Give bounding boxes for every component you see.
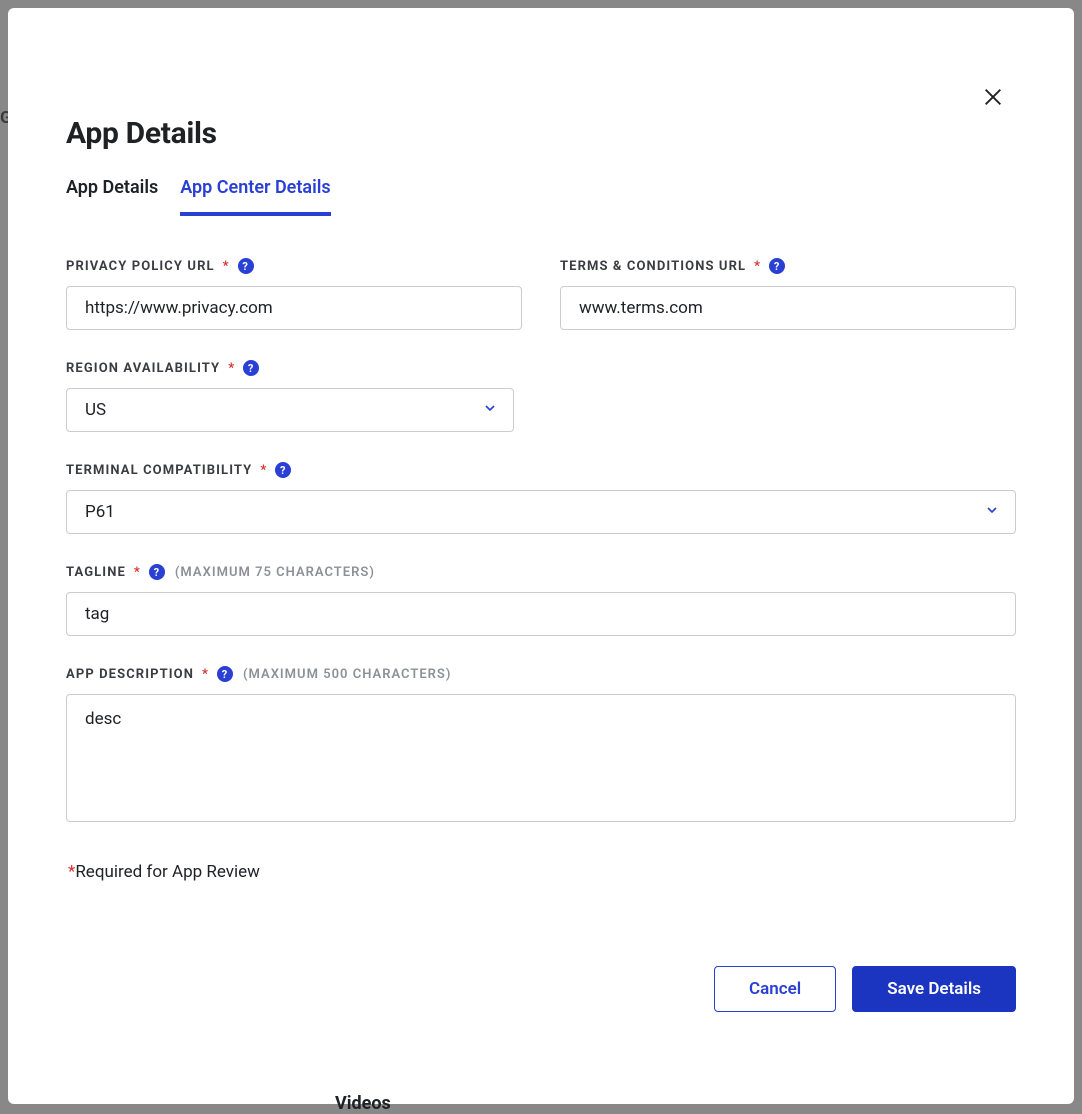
terms-conditions-label: Terms & Conditions URL * ? xyxy=(560,258,1016,274)
privacy-policy-label: Privacy Policy URL * ? xyxy=(66,258,522,274)
field-tagline: Tagline * ? (Maximum 75 characters) xyxy=(66,564,1016,636)
field-terminal-compatibility: Terminal Compatibility * ? P61 xyxy=(66,462,1016,534)
tab-app-center-details[interactable]: App Center Details xyxy=(180,177,330,216)
label-text: Region Availability xyxy=(66,361,220,376)
label-text: Privacy Policy URL xyxy=(66,259,215,274)
required-asterisk: * xyxy=(202,667,209,682)
region-availability-label: Region Availability * ? xyxy=(66,360,514,376)
app-description-label: App Description * ? (Maximum 500 charact… xyxy=(66,666,1016,682)
field-terms-conditions: Terms & Conditions URL * ? xyxy=(560,258,1016,330)
region-availability-select[interactable]: US xyxy=(66,388,514,432)
close-icon xyxy=(982,86,1004,108)
terms-conditions-input[interactable] xyxy=(560,286,1016,330)
terminal-compatibility-label: Terminal Compatibility * ? xyxy=(66,462,1016,478)
app-description-textarea[interactable] xyxy=(66,694,1016,822)
help-icon[interactable]: ? xyxy=(217,666,233,682)
label-text: Tagline xyxy=(66,565,126,580)
required-asterisk: * xyxy=(260,463,267,478)
modal-actions: Cancel Save Details xyxy=(66,966,1016,1012)
help-icon[interactable]: ? xyxy=(275,462,291,478)
tagline-label: Tagline * ? (Maximum 75 characters) xyxy=(66,564,1016,580)
required-asterisk: * xyxy=(754,259,761,274)
field-region-availability: Region Availability * ? US xyxy=(66,360,514,432)
close-button[interactable] xyxy=(980,84,1006,110)
field-app-description: App Description * ? (Maximum 500 charact… xyxy=(66,666,1016,822)
required-asterisk: * xyxy=(223,259,230,274)
label-text: App Description xyxy=(66,667,194,682)
tagline-input[interactable] xyxy=(66,592,1016,636)
label-text: Terminal Compatibility xyxy=(66,463,252,478)
label-text: Terms & Conditions URL xyxy=(560,259,746,274)
tagline-hint: (Maximum 75 characters) xyxy=(175,565,375,580)
required-footnote: *Required for App Review xyxy=(66,862,1016,882)
help-icon[interactable]: ? xyxy=(238,258,254,274)
field-privacy-policy: Privacy Policy URL * ? xyxy=(66,258,522,330)
app-description-hint: (Maximum 500 characters) xyxy=(243,667,451,682)
save-details-button[interactable]: Save Details xyxy=(852,966,1016,1012)
tabs: App Details App Center Details xyxy=(66,177,1016,216)
privacy-policy-input[interactable] xyxy=(66,286,522,330)
modal-title: App Details xyxy=(66,116,1016,151)
footnote-text: Required for App Review xyxy=(75,862,260,882)
form: Privacy Policy URL * ? Terms & Condition… xyxy=(66,258,1016,1012)
app-details-modal: App Details App Details App Center Detai… xyxy=(8,8,1074,1104)
required-asterisk: * xyxy=(134,565,141,580)
terminal-compatibility-select[interactable]: P61 xyxy=(66,490,1016,534)
background-videos-heading: Videos xyxy=(335,1093,391,1114)
help-icon[interactable]: ? xyxy=(769,258,785,274)
cancel-button[interactable]: Cancel xyxy=(714,966,836,1012)
tab-app-details[interactable]: App Details xyxy=(66,177,158,216)
help-icon[interactable]: ? xyxy=(243,360,259,376)
help-icon[interactable]: ? xyxy=(149,564,165,580)
required-asterisk: * xyxy=(228,361,235,376)
